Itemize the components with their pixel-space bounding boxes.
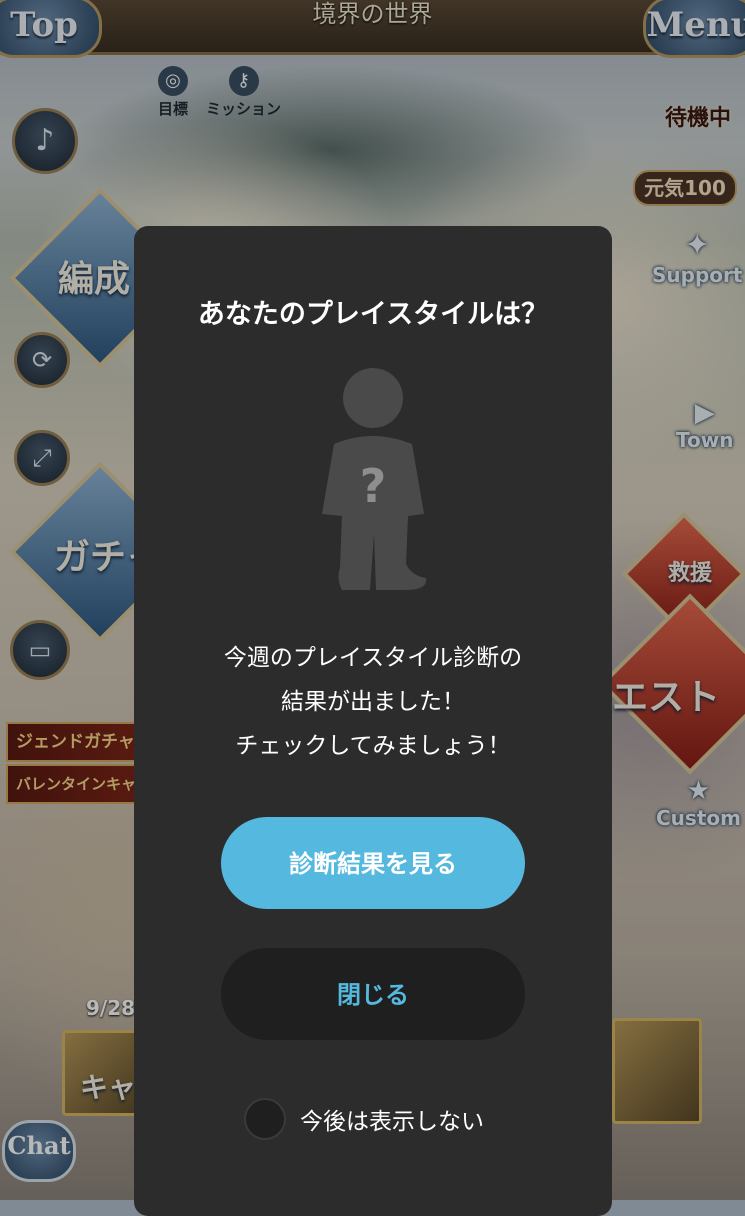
question-mark: ? (360, 459, 387, 513)
message-line-3: チェックしてみましょう！ (235, 733, 511, 759)
message-line-2: 結果が出ました！ (281, 689, 465, 715)
close-button[interactable]: 閉じる (221, 948, 525, 1040)
dialog-title: あなたのプレイスタイルは？ (197, 299, 549, 330)
dont-show-again-option[interactable]: 今後は表示しない (244, 1096, 484, 1142)
playstyle-dialog: あなたのプレイスタイルは？ ? 今週のプレイスタイル診断の 結果が出ました！ チ… (134, 226, 612, 1216)
mystery-person-icon: ? (322, 368, 427, 590)
message-line-1: 今週のプレイスタイル診断の (223, 645, 523, 671)
dont-show-label: 今後は表示しない (300, 1109, 484, 1135)
view-result-button[interactable]: 診断結果を見る (221, 817, 525, 909)
dialog-message: 今週のプレイスタイル診断の 結果が出ました！ チェックしてみましょう！ (134, 636, 612, 768)
dont-show-checkbox[interactable] (244, 1098, 286, 1140)
